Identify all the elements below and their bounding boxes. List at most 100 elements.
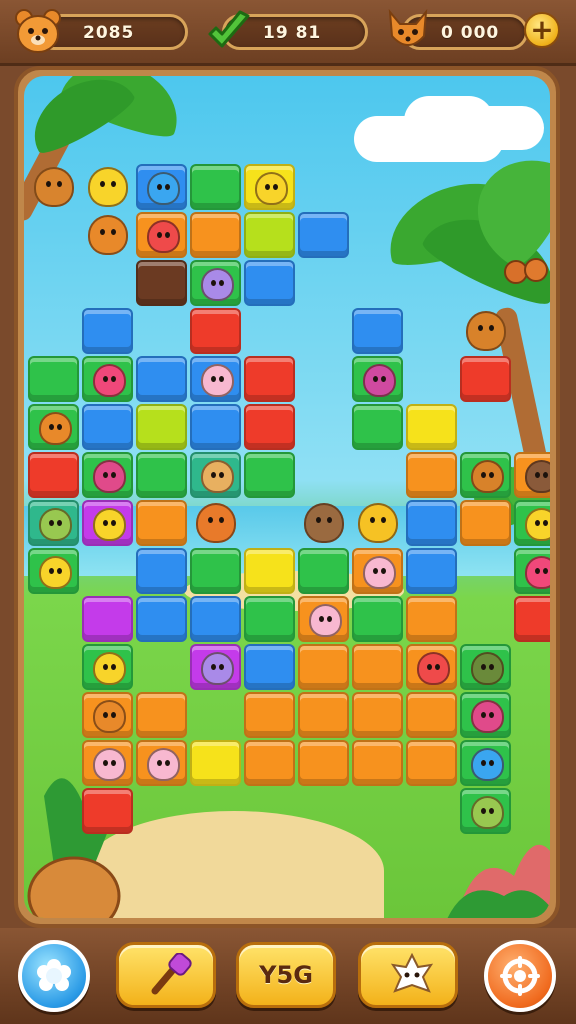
green-tile[interactable]	[190, 260, 241, 306]
red-tile[interactable]	[82, 788, 133, 834]
yellow-tile[interactable]	[190, 740, 241, 786]
orange-tile[interactable]	[298, 596, 349, 642]
orange-tile[interactable]	[136, 212, 187, 258]
blue-tile[interactable]	[406, 500, 457, 546]
hammer-booster-button[interactable]	[116, 942, 216, 1008]
orange-tile[interactable]	[136, 740, 187, 786]
orange-tile[interactable]	[298, 740, 349, 786]
yellow-tile[interactable]	[244, 548, 295, 594]
orange-tile[interactable]	[406, 452, 457, 498]
red-tile[interactable]	[514, 596, 550, 642]
green-tile[interactable]	[460, 452, 511, 498]
orange-tile[interactable]	[82, 692, 133, 738]
red-tile[interactable]	[460, 356, 511, 402]
yellow-tile[interactable]	[244, 164, 295, 210]
teal-tile[interactable]	[28, 500, 79, 546]
green-tile[interactable]	[190, 164, 241, 210]
orange-tile[interactable]	[460, 500, 511, 546]
blue-tile[interactable]	[244, 260, 295, 306]
orange-tile[interactable]	[406, 740, 457, 786]
green-tile[interactable]	[136, 452, 187, 498]
blue-tile[interactable]	[136, 356, 187, 402]
blue-tile[interactable]	[298, 212, 349, 258]
settings-button[interactable]	[18, 940, 90, 1012]
orange-tile[interactable]	[298, 644, 349, 690]
orange-tile[interactable]	[136, 500, 187, 546]
green-tile[interactable]	[514, 548, 550, 594]
green-tile[interactable]	[352, 356, 403, 402]
blue-tile[interactable]	[406, 548, 457, 594]
blue-tile[interactable]	[352, 308, 403, 354]
green-tile[interactable]	[28, 356, 79, 402]
orange-tile[interactable]	[406, 596, 457, 642]
orange-tile[interactable]	[406, 692, 457, 738]
orange-tile[interactable]	[244, 692, 295, 738]
fox-icon[interactable]	[34, 167, 74, 207]
orange-tile[interactable]	[352, 644, 403, 690]
orange-tile[interactable]	[352, 548, 403, 594]
purple-tile[interactable]	[82, 500, 133, 546]
orange-tile[interactable]	[406, 644, 457, 690]
green-tile[interactable]	[82, 644, 133, 690]
green-tile[interactable]	[460, 644, 511, 690]
orange-tile[interactable]	[514, 452, 550, 498]
orange-tile[interactable]	[298, 692, 349, 738]
yellow-chick-icon	[93, 508, 126, 541]
green-frog-icon	[39, 508, 72, 541]
teal-tile[interactable]	[190, 452, 241, 498]
yellow-duck-icon[interactable]	[358, 503, 398, 543]
red-tile[interactable]	[244, 356, 295, 402]
orange-tile[interactable]	[352, 740, 403, 786]
purple-tile[interactable]	[82, 596, 133, 642]
green-tile[interactable]	[28, 404, 79, 450]
green-tile[interactable]	[28, 548, 79, 594]
add-coins-button[interactable]: +	[524, 12, 560, 48]
orange-tile[interactable]	[244, 740, 295, 786]
orange-tile[interactable]	[82, 740, 133, 786]
green-tile[interactable]	[244, 452, 295, 498]
pink-pig-icon	[309, 604, 342, 637]
green-tile[interactable]	[460, 740, 511, 786]
blue-tile[interactable]	[136, 596, 187, 642]
green-tile[interactable]	[82, 356, 133, 402]
fox-face-icon	[388, 8, 428, 46]
red-tile[interactable]	[28, 452, 79, 498]
blue-tile[interactable]	[244, 644, 295, 690]
blue-tile[interactable]	[190, 596, 241, 642]
red-tile[interactable]	[244, 404, 295, 450]
blue-tile[interactable]	[136, 164, 187, 210]
lime-tile[interactable]	[136, 404, 187, 450]
green-tile[interactable]	[514, 500, 550, 546]
magenta-bird-icon	[471, 700, 504, 733]
orange-tile[interactable]	[190, 212, 241, 258]
green-tile[interactable]	[82, 452, 133, 498]
red-tile[interactable]	[190, 308, 241, 354]
blue-tile[interactable]	[190, 404, 241, 450]
orange-bear-icon[interactable]	[88, 215, 128, 255]
brown-tile[interactable]	[136, 260, 187, 306]
spin-wheel-button[interactable]	[484, 940, 556, 1012]
green-tile[interactable]	[298, 548, 349, 594]
creature-booster-button[interactable]	[358, 942, 458, 1008]
brown-mole-icon[interactable]	[304, 503, 344, 543]
green-tile[interactable]	[460, 692, 511, 738]
green-tile[interactable]	[460, 788, 511, 834]
yellow-tile[interactable]	[406, 404, 457, 450]
green-tile[interactable]	[244, 596, 295, 642]
lime-tile[interactable]	[244, 212, 295, 258]
blue-tile[interactable]	[190, 356, 241, 402]
orange-bird-icon[interactable]	[196, 503, 236, 543]
yellow-chick-icon	[525, 508, 550, 541]
green-tile[interactable]	[352, 404, 403, 450]
squirrel-icon[interactable]	[466, 311, 506, 351]
letters-booster-button[interactable]: Y5G	[236, 942, 336, 1008]
orange-tile[interactable]	[136, 692, 187, 738]
yellow-chick-icon[interactable]	[88, 167, 128, 207]
blue-tile[interactable]	[82, 404, 133, 450]
green-tile[interactable]	[190, 548, 241, 594]
blue-tile[interactable]	[136, 548, 187, 594]
green-tile[interactable]	[352, 596, 403, 642]
blue-tile[interactable]	[82, 308, 133, 354]
purple-tile[interactable]	[190, 644, 241, 690]
orange-tile[interactable]	[352, 692, 403, 738]
